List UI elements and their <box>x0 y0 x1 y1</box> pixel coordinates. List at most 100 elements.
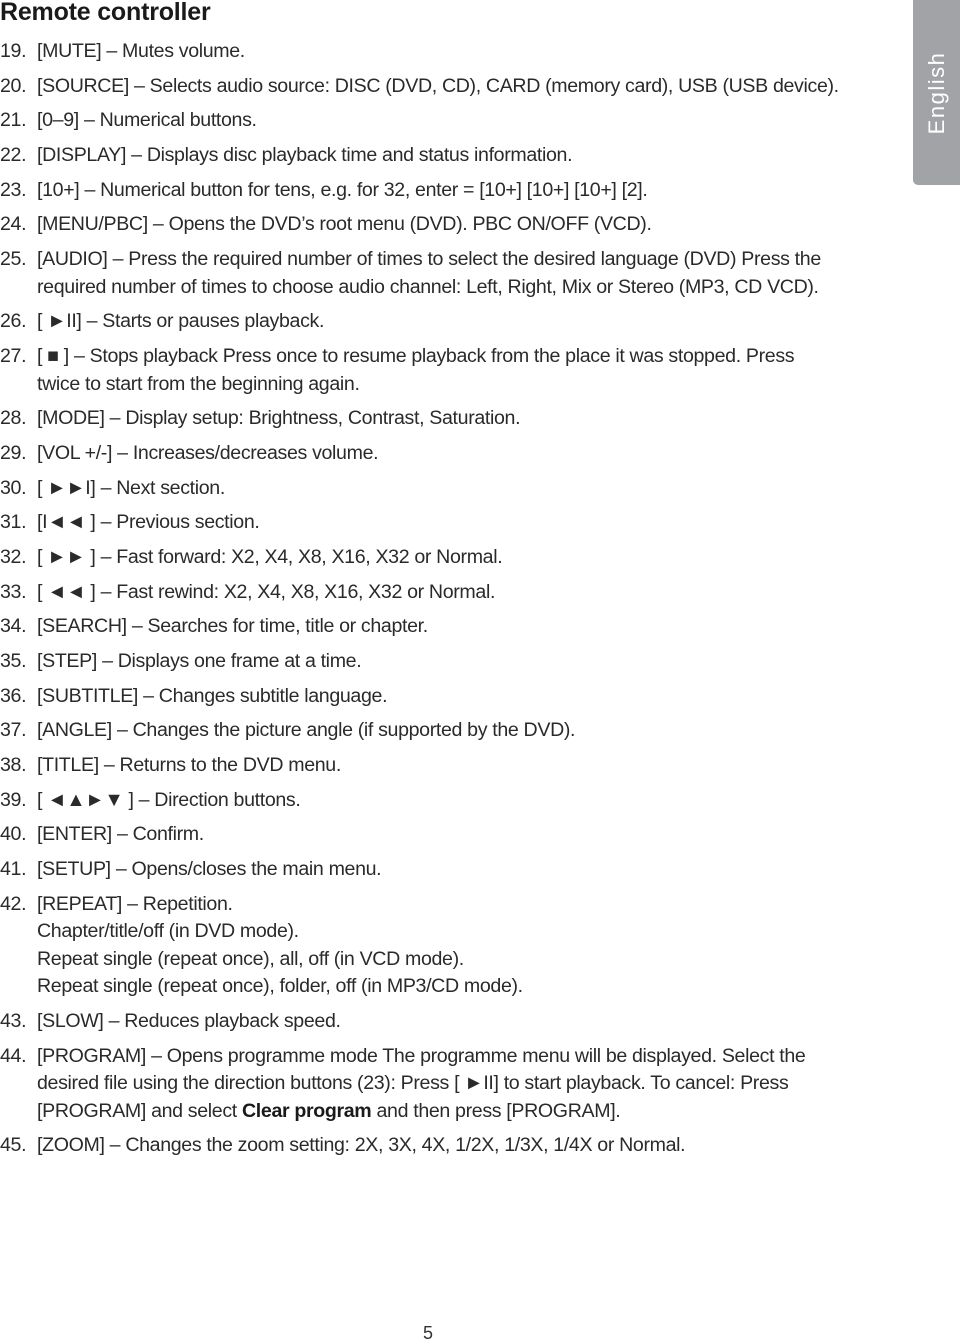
item-dash: – <box>111 823 133 846</box>
item-key: [SLOW] <box>37 1010 104 1032</box>
item-key: [VOL +/-] <box>37 441 113 464</box>
item-description: Mutes volume. <box>122 40 245 62</box>
item-description: Changes subtitle language. <box>158 684 388 707</box>
item-dash: – <box>95 580 117 603</box>
item-dash: – <box>81 310 103 333</box>
list-item: 43. [SLOW] – Reduces playback speed. <box>0 1008 880 1036</box>
item-key: [MUTE] <box>37 40 102 62</box>
list-item: 25. [AUDIO] – Press the required number o… <box>0 246 880 301</box>
list-item: 32. [ ►► ] – Fast forward: X2, X4, X8, X1… <box>0 544 880 572</box>
page-title: Remote controller <box>0 0 211 26</box>
item-key: [ ►II] <box>37 310 82 333</box>
item-description: Previous section. <box>116 511 260 534</box>
item-subline: Repeat single (repeat once), folder, off… <box>37 975 523 998</box>
item-key: [ ■ ] <box>37 345 69 367</box>
item-dash: – <box>95 545 117 568</box>
list-item: 45. [ZOOM] – Changes the zoom setting: 2X… <box>0 1132 880 1160</box>
item-number: 45. <box>0 1134 27 1157</box>
item-number: 19. <box>0 40 27 62</box>
item-dash: – <box>112 441 133 464</box>
item-key: [AUDIO] <box>37 248 108 271</box>
language-tab-label: English <box>923 51 949 134</box>
item-dash: – <box>79 178 101 201</box>
item-description: Opens/closes the main menu. <box>131 858 382 881</box>
item-key: [MENU/PBC] <box>37 213 148 236</box>
item-dash: – <box>104 1134 126 1157</box>
list-item: 42. [REPEAT] – Repetition. Chapter/title/… <box>0 891 880 1001</box>
item-dash: – <box>95 511 117 534</box>
page-number: 5 <box>422 1323 433 1343</box>
item-key: [I◄◄ ] <box>37 511 96 534</box>
item-key: [ ►► ] <box>37 545 96 568</box>
item-number: 20. <box>0 74 27 97</box>
item-dash: – <box>103 1010 125 1032</box>
item-number: 27. <box>0 345 27 367</box>
language-tab: English <box>913 0 960 185</box>
list-item: 28. [MODE] – Display setup: Brightness, C… <box>0 405 880 433</box>
list-item: 21. [0–9] – Numerical buttons. <box>0 107 880 135</box>
list-item: 34. [SEARCH] – Searches for time, title o… <box>0 613 880 641</box>
item-dash: – <box>68 345 90 367</box>
item-key: [SEARCH] <box>37 615 127 638</box>
item-dash: – <box>110 858 132 881</box>
item-emphasis: Clear program <box>242 1099 372 1122</box>
list-item: 24. [MENU/PBC] – Opens the DVD’s root men… <box>0 211 880 239</box>
item-dash: – <box>107 248 129 271</box>
item-description: Numerical buttons. <box>99 109 257 132</box>
list-item: 22. [DISPLAY] – Displays disc playback ti… <box>0 142 880 170</box>
list-item: 39. [ ◄▲►▼ ] – Direction buttons. <box>0 787 880 815</box>
item-key: [ ►►I] <box>37 476 96 499</box>
item-key: [SETUP] <box>37 858 111 881</box>
item-dash: – <box>111 719 133 742</box>
list-item: 40. [ENTER] – Confirm. <box>0 821 880 849</box>
list-item: 37. [ANGLE] – Changes the picture angle (… <box>0 717 880 745</box>
item-description-end: and then press [PROGRAM]. <box>371 1099 621 1122</box>
item-subline: Chapter/title/off (in DVD mode). <box>37 920 299 943</box>
item-description: Searches for time, title or chapter. <box>147 615 429 638</box>
item-number: 43. <box>0 1010 27 1032</box>
item-description: Selects audio source: DISC (DVD, CD), CA… <box>149 74 839 97</box>
item-number: 31. <box>0 511 27 534</box>
item-description: Returns to the DVD menu. <box>119 754 342 777</box>
item-number: 35. <box>0 650 27 672</box>
item-description: Reduces playback speed. <box>124 1010 341 1032</box>
list-item: 19. [MUTE] – Mutes volume. <box>0 38 880 66</box>
item-key: [MODE] <box>37 407 105 430</box>
item-number: 21. <box>0 109 27 132</box>
item-description: Increases/decreases volume. <box>132 441 379 464</box>
list-item: 35. [STEP] – Displays one frame at a time… <box>0 648 880 676</box>
item-number: 26. <box>0 310 27 333</box>
list-item: 29. [VOL +/-] – Increases/decreases volum… <box>0 440 880 468</box>
item-description: Display setup: Brightness, Contrast, Sat… <box>125 407 521 430</box>
item-key: [STEP] <box>37 650 97 672</box>
item-description: Press the required number of times to se… <box>37 248 821 298</box>
item-key: [SOURCE] <box>37 74 129 97</box>
item-description: Starts or pauses playback. <box>102 310 325 333</box>
item-dash: – <box>126 144 147 167</box>
list-item: 30. [ ►►I] – Next section. <box>0 475 880 503</box>
list-item: 20. [SOURCE] – Selects audio source: DISC… <box>0 73 880 101</box>
list-item: 31. [I◄◄ ] – Previous section. <box>0 509 880 537</box>
item-dash: – <box>138 684 159 707</box>
item-description: Repetition. <box>142 892 233 915</box>
item-dash: – <box>147 213 169 236</box>
item-description: Changes the zoom setting: 2X, 3X, 4X, 1/… <box>125 1134 686 1157</box>
item-number: 36. <box>0 684 27 707</box>
item-dash: – <box>133 788 155 811</box>
item-key: [ ◄◄ ] <box>37 580 96 603</box>
item-number: 37. <box>0 719 27 742</box>
item-number: 33. <box>0 580 27 603</box>
item-number: 40. <box>0 823 27 846</box>
item-description: Displays one frame at a time. <box>117 650 362 672</box>
list-item: 26. [ ►II] – Starts or pauses playback. <box>0 308 880 336</box>
item-dash: – <box>128 74 150 97</box>
item-key: [TITLE] <box>37 754 99 777</box>
item-description: Changes the picture angle (if supported … <box>132 719 576 742</box>
item-number: 28. <box>0 407 27 430</box>
item-number: 29. <box>0 441 27 464</box>
item-key: [REPEAT] <box>37 892 123 915</box>
item-dash: – <box>95 476 117 499</box>
item-key: [DISPLAY] <box>37 144 127 167</box>
item-number: 30. <box>0 476 27 499</box>
item-number: 25. <box>0 248 27 271</box>
